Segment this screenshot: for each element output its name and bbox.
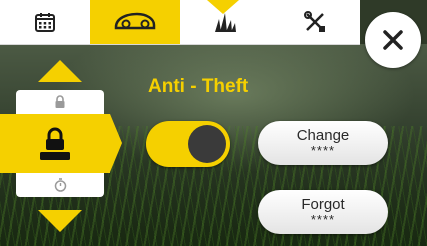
- close-button[interactable]: [365, 12, 421, 68]
- active-tab-indicator: [207, 0, 239, 14]
- change-pin-button[interactable]: Change ****: [258, 121, 388, 165]
- change-label: Change: [296, 127, 350, 145]
- scroll-down-button[interactable]: [38, 210, 82, 232]
- forgot-pin-button[interactable]: Forgot ****: [258, 190, 388, 234]
- tools-icon: [304, 11, 325, 32]
- change-pin-mask: ****: [310, 143, 336, 159]
- robot-mower-icon: [114, 12, 156, 30]
- forgot-label: Forgot: [301, 196, 345, 214]
- antitheft-toggle[interactable]: [146, 121, 230, 167]
- close-icon: [383, 30, 403, 50]
- calendar-icon: [35, 13, 55, 32]
- stopwatch-icon: [54, 178, 66, 192]
- tab-mower[interactable]: [90, 0, 180, 44]
- lock-icon: [55, 95, 65, 108]
- side-item-timer[interactable]: [16, 173, 104, 197]
- forgot-pin-mask: ****: [310, 212, 336, 228]
- toggle-knob: [188, 125, 226, 163]
- page-title: Anti - Theft: [148, 76, 249, 97]
- side-item-antitheft[interactable]: [0, 114, 122, 173]
- side-item-lock[interactable]: [16, 90, 104, 114]
- grass-icon: [215, 13, 236, 32]
- tab-tools[interactable]: [270, 0, 360, 44]
- scroll-up-button[interactable]: [38, 60, 82, 82]
- tab-calendar[interactable]: [0, 0, 90, 44]
- top-tab-bar: [0, 0, 360, 45]
- lock-pin-icon: [40, 127, 70, 160]
